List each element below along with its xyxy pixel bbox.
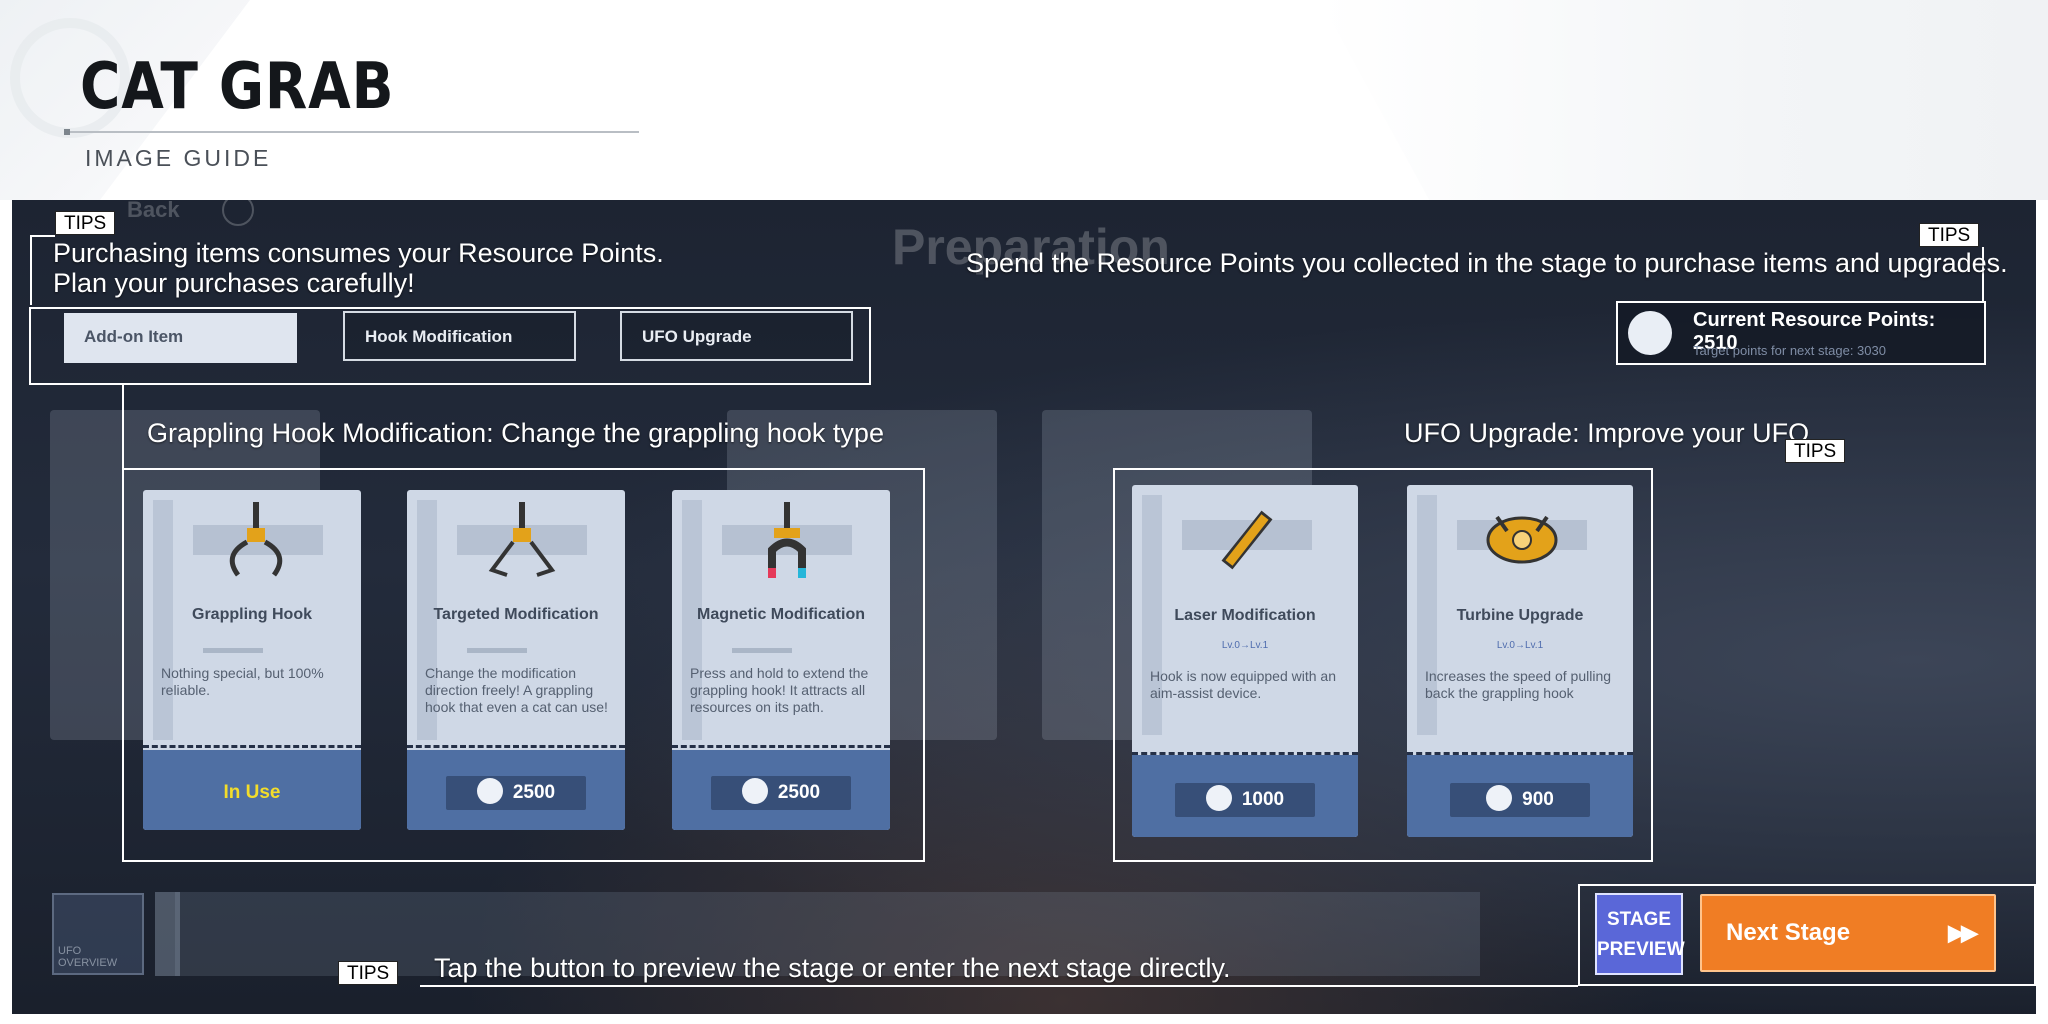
tab-hook-modification[interactable]: Hook Modification	[343, 311, 576, 361]
info-icon[interactable]	[222, 200, 254, 226]
header-bg-shape-right	[1320, 0, 2048, 200]
card-footer: 2500	[407, 750, 625, 830]
resource-icon	[1628, 311, 1672, 355]
item-card-magnetic-modification[interactable]: Magnetic Modification Press and hold to …	[672, 490, 890, 830]
tips-tag: TIPS	[55, 211, 116, 235]
targeted-hook-icon	[457, 502, 587, 577]
price-button[interactable]: 900	[1450, 783, 1590, 817]
card-name: Magnetic Modification	[697, 606, 865, 623]
tab-add-on-item[interactable]: Add-on Item	[64, 313, 297, 363]
page-subtitle: IMAGE GUIDE	[85, 145, 272, 171]
tips-tap-button: Tap the button to preview the stage or e…	[434, 953, 1231, 983]
level-change: Lv.0→Lv.1	[1221, 640, 1269, 651]
card-name: Grappling Hook	[192, 606, 312, 623]
card-name: Turbine Upgrade	[1456, 607, 1584, 624]
price-button[interactable]: 1000	[1175, 783, 1315, 817]
stage-preview-button[interactable]: STAGE PREVIEW	[1595, 893, 1685, 975]
tips-tag: TIPS	[1919, 223, 1980, 247]
tips-line	[420, 985, 1578, 987]
item-card-laser-modification[interactable]: Laser Modification Lv.0→Lv.1 Hook is now…	[1132, 485, 1358, 837]
price-button[interactable]: 2500	[446, 776, 586, 810]
tips-line	[122, 385, 124, 477]
grappling-hook-icon	[193, 502, 323, 577]
resource-points-panel: Current Resource Points: 2510 Target poi…	[1616, 301, 1986, 365]
ufo-overview-button[interactable]: UFO OVERVIEW	[52, 893, 144, 975]
next-stage-button[interactable]: Next Stage ▶▶	[1700, 894, 1996, 972]
turbine-icon	[1457, 515, 1587, 564]
card-footer: 900	[1407, 755, 1633, 837]
laser-icon	[1182, 510, 1312, 570]
price-button[interactable]: 2500	[711, 776, 851, 810]
resource-icon	[741, 778, 768, 805]
tab-ufo-upgrade[interactable]: UFO Upgrade	[620, 311, 853, 361]
fast-forward-icon: ▶▶	[1948, 920, 1978, 945]
resource-icon	[1205, 785, 1232, 812]
ufo-overview-label: UFO OVERVIEW	[58, 945, 118, 969]
next-stage-label: Next Stage	[1726, 919, 1851, 946]
resource-icon	[1486, 785, 1513, 812]
tips-line	[30, 235, 55, 237]
back-button[interactable]: Back	[127, 200, 180, 223]
tips-tag: TIPS	[1785, 439, 1846, 463]
item-card-turbine-upgrade[interactable]: Turbine Upgrade Lv.0→Lv.1 Increases the …	[1407, 485, 1633, 837]
card-name: Targeted Modification	[433, 606, 599, 623]
card-description: Change the modification direction freely…	[425, 665, 608, 715]
target-points: Target points for next stage: 3030	[1693, 343, 1886, 358]
tips-line	[30, 235, 32, 305]
card-footer: 1000	[1132, 755, 1358, 837]
card-description: Nothing special, but 100% reliable.	[161, 665, 324, 698]
tips-spend: Spend the Resource Points you collected …	[966, 248, 2008, 278]
title-divider	[64, 131, 639, 133]
card-description: Increases the speed of pulling back the …	[1425, 668, 1612, 701]
tips-ufo-upgrade: UFO Upgrade: Improve your UFO	[1404, 418, 1810, 448]
card-name: Laser Modification	[1174, 607, 1316, 624]
tips-purchase-line1: Purchasing items consumes your Resource …	[53, 238, 664, 268]
level-change: Lv.0→Lv.1	[1496, 640, 1544, 651]
item-card-targeted-modification[interactable]: Targeted Modification Change the modific…	[407, 490, 625, 830]
tips-tag: TIPS	[338, 961, 399, 985]
item-card-grappling-hook[interactable]: Grappling Hook Nothing special, but 100%…	[143, 490, 361, 830]
title-divider-dot	[64, 129, 70, 135]
card-footer: In Use	[143, 750, 361, 830]
card-description: Hook is now equipped with an aim-assist …	[1150, 668, 1337, 701]
in-use-label: In Use	[223, 782, 281, 803]
magnet-hook-icon	[722, 502, 852, 578]
card-footer: 2500	[672, 750, 890, 830]
card-description: Press and hold to extend the grappling h…	[690, 665, 869, 715]
tips-hook-mod: Grappling Hook Modification: Change the …	[147, 418, 884, 448]
tips-purchase-line2: Plan your purchases carefully!	[53, 268, 415, 298]
page-title: CAT GRAB	[80, 50, 395, 124]
resource-icon	[476, 778, 503, 805]
